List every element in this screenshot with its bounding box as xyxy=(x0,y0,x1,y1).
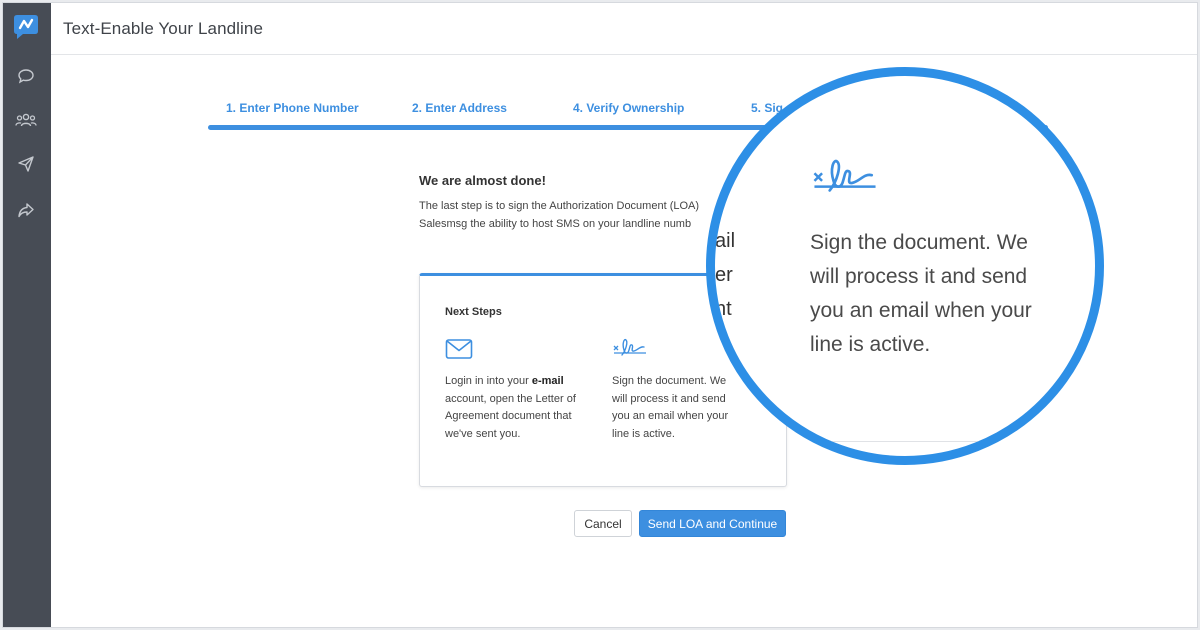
step-enter-phone-number[interactable]: 1. Enter Phone Number xyxy=(226,101,359,115)
description-line: The last step is to sign the Authorizati… xyxy=(419,200,700,212)
step-enter-address[interactable]: 2. Enter Address xyxy=(412,101,507,115)
step-email: Login in into your e-mail account, open … xyxy=(445,338,585,443)
zoom-content: ail er nt Sign the document. We will pro… xyxy=(715,76,1095,456)
description-line: Salesmsg the ability to host SMS on your… xyxy=(419,218,692,230)
users-icon[interactable] xyxy=(15,109,37,131)
loa-description: The last step is to sign the Authorizati… xyxy=(419,197,749,233)
zoom-partial-text: nt xyxy=(715,298,732,320)
zoom-text-line: line is active. xyxy=(810,333,931,356)
email-step-text: Login in into your e-mail account, open … xyxy=(445,373,585,443)
sidebar xyxy=(3,3,51,627)
zoom-text-line: you an email when your xyxy=(810,299,1032,322)
zoom-partial-text: ail xyxy=(715,230,736,252)
zoom-text-line: will process it and send xyxy=(810,265,1028,288)
app-logo-icon[interactable] xyxy=(13,13,39,41)
step-verify-ownership[interactable]: 4. Verify Ownership xyxy=(573,101,684,115)
email-text-part: Login in into your xyxy=(445,375,532,387)
send-loa-button[interactable]: Send LOA and Continue xyxy=(639,510,786,537)
top-header: Text-Enable Your Landline xyxy=(51,3,1197,55)
chat-icon[interactable] xyxy=(15,65,37,87)
forward-icon[interactable] xyxy=(15,199,37,221)
send-icon[interactable] xyxy=(15,153,37,175)
cancel-button[interactable]: Cancel xyxy=(574,510,632,537)
zoom-card-edge xyxy=(825,441,1025,442)
page-title: Text-Enable Your Landline xyxy=(63,19,264,38)
email-text-bold: e-mail xyxy=(531,375,564,387)
next-steps-title: Next Steps xyxy=(445,306,502,318)
zoom-sign-text: Sign the document. We will process it an… xyxy=(810,226,1080,362)
app-window: Text-Enable Your Landline 1. Enter Phone… xyxy=(2,2,1198,628)
email-text-part: account, open the Letter of Agreement do… xyxy=(445,392,576,440)
zoom-text-line: Sign the document. We xyxy=(810,231,1028,254)
signature-icon xyxy=(810,158,880,205)
zoom-partial-text: er xyxy=(715,264,733,286)
envelope-icon xyxy=(445,338,585,365)
zoom-magnifier: ail er nt Sign the document. We will pro… xyxy=(706,67,1104,465)
